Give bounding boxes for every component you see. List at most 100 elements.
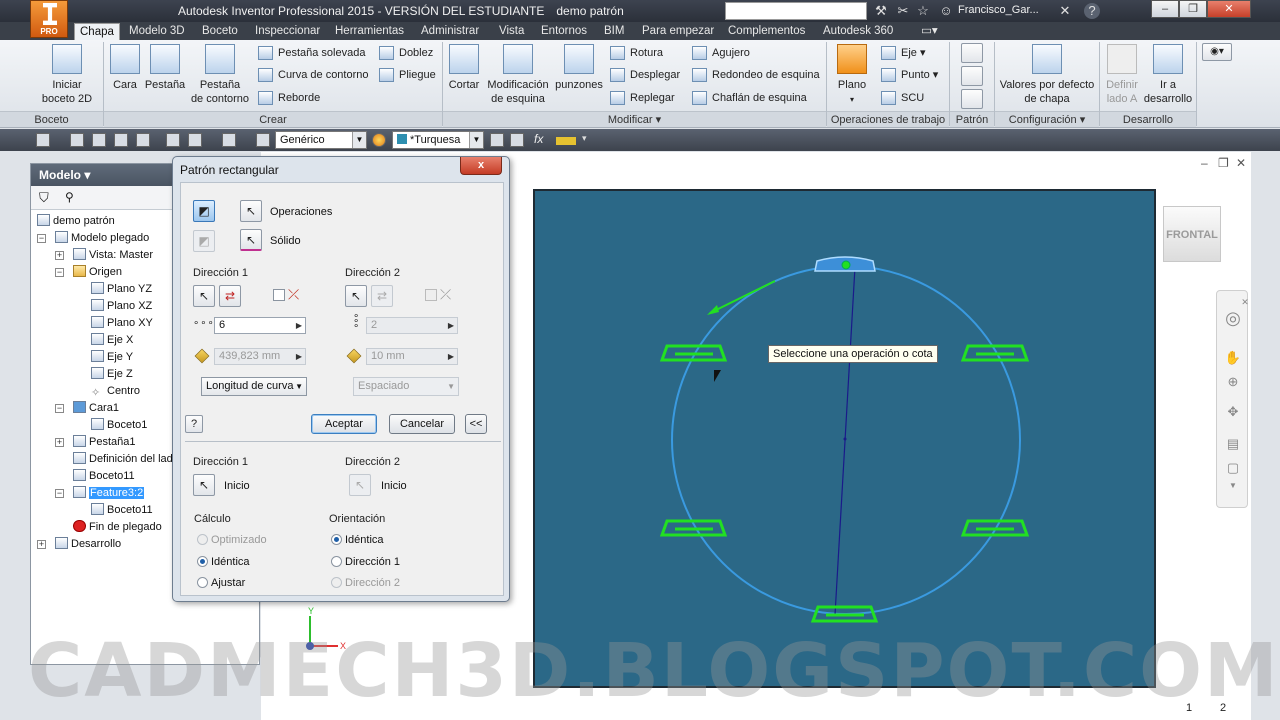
tree-item-flat-pattern[interactable]: Desarrollo — [55, 536, 121, 552]
minimize-button[interactable]: – — [1151, 0, 1179, 18]
lofted-flange-button[interactable]: Pestaña solevada — [258, 44, 365, 62]
tab-complementos[interactable]: Complementos — [723, 23, 810, 40]
define-a-side-button[interactable]: Definir lado A — [1103, 44, 1141, 106]
sheet-metal-part[interactable] — [533, 189, 1156, 688]
dir1-method-select[interactable]: Longitud de curva ▼ — [201, 377, 307, 396]
print-icon[interactable] — [188, 133, 202, 147]
star-icon[interactable]: ☆ — [915, 3, 931, 19]
subscription-icon[interactable]: ✂ — [895, 3, 911, 19]
corner-seam-button[interactable]: Modificación de esquina — [484, 44, 552, 106]
work-point-button[interactable]: Punto ▾ — [881, 66, 938, 84]
expand-toggle[interactable]: − — [37, 234, 46, 243]
start-dir2-button[interactable]: ↖ — [349, 474, 371, 496]
dir2-midplane-checkbox[interactable] — [425, 289, 437, 301]
zoom-icon[interactable]: ⊕ — [1224, 373, 1242, 391]
new-file-icon[interactable] — [36, 133, 50, 147]
tab-administrar[interactable]: Administrar — [416, 23, 484, 40]
start-2d-sketch-button[interactable]: Iniciar boceto 2D — [38, 44, 96, 106]
tree-item-plane-xy[interactable]: Plano XY — [91, 315, 153, 331]
cut-button[interactable]: Cortar — [446, 44, 482, 92]
measure-icon[interactable] — [556, 137, 576, 145]
dir2-path-button[interactable]: ↖ — [345, 285, 367, 307]
tab-modelo-3d[interactable]: Modelo 3D — [124, 23, 190, 40]
pan-icon[interactable]: ✋ — [1224, 349, 1242, 367]
adjust-icon[interactable] — [510, 133, 524, 147]
tree-item-sketch11-child[interactable]: Boceto11 — [91, 502, 153, 518]
open-file-icon[interactable] — [70, 133, 84, 147]
orbit-icon[interactable]: ✥ — [1224, 403, 1242, 421]
chevron-down-icon[interactable]: ▼ — [1224, 477, 1242, 495]
bend-button[interactable]: Doblez — [379, 44, 433, 62]
tree-item-view[interactable]: Vista: Master — [73, 247, 153, 263]
dir1-midplane-checkbox[interactable] — [273, 289, 285, 301]
appearance-icon[interactable] — [372, 133, 386, 147]
tree-item-axis-z[interactable]: Eje Z — [91, 366, 133, 382]
ucs-button[interactable]: SCU — [881, 89, 924, 107]
tree-item-folded-model[interactable]: Modelo plegado — [55, 230, 149, 246]
dialog-close-button[interactable]: x — [460, 157, 502, 175]
feature-pattern-icon[interactable]: ◩ — [193, 200, 215, 222]
punch-tool-button[interactable]: punzones — [554, 44, 604, 92]
select-features-button[interactable]: ↖ — [240, 200, 262, 222]
tab-chapa[interactable]: Chapa — [74, 23, 120, 40]
corner-round-button[interactable]: Redondeo de esquina — [692, 66, 820, 84]
unfold-button[interactable]: Desplegar — [610, 66, 680, 84]
accept-button[interactable]: Aceptar — [311, 414, 377, 434]
doc-minimize-icon[interactable]: – — [1201, 156, 1208, 170]
work-plane-button[interactable]: Plano ▾ — [833, 44, 871, 107]
expand-toggle[interactable]: − — [55, 489, 64, 498]
tab-bim[interactable]: BIM — [599, 23, 629, 40]
dir1-flip-button[interactable]: ⇄ — [219, 285, 241, 307]
tree-item-flange1[interactable]: Pestaña1 — [73, 434, 135, 450]
tab-autodesk-360[interactable]: Autodesk 360 — [818, 23, 898, 40]
compute-optimized-radio[interactable] — [197, 534, 208, 545]
close-icon[interactable]: ✕ — [1241, 293, 1249, 311]
circular-pattern-icon[interactable] — [961, 66, 983, 86]
color-select[interactable]: *Turquesa ▼ — [392, 131, 484, 149]
flange-button[interactable]: Pestaña — [143, 44, 187, 92]
exchange-icon[interactable]: ✕ — [1057, 3, 1073, 19]
rip-button[interactable]: Rotura — [610, 44, 663, 62]
user-name[interactable]: Francisco_Gar... — [958, 4, 1039, 16]
binoculars-icon[interactable]: ⚒ — [873, 3, 889, 19]
tree-item-plane-xz[interactable]: Plano XZ — [91, 298, 152, 314]
select-solid-button[interactable]: ↖ — [240, 229, 262, 251]
tab-inspeccionar[interactable]: Inspeccionar — [250, 23, 325, 40]
tree-item-origin[interactable]: Origen — [73, 264, 122, 280]
parameters-icon[interactable]: fx — [534, 132, 543, 146]
filter-icon[interactable]: ⛉ — [39, 190, 49, 206]
expand-toggle[interactable]: + — [55, 251, 64, 260]
hole-button[interactable]: Agujero — [692, 44, 750, 62]
undo-icon[interactable] — [114, 133, 128, 147]
user-icon[interactable]: ☺ — [938, 3, 954, 19]
tree-item-a-side[interactable]: Definición del lado — [73, 451, 179, 467]
body-pattern-icon[interactable]: ◩ — [193, 230, 215, 252]
clear-override-icon[interactable] — [490, 133, 504, 147]
tree-item-axis-y[interactable]: Eje Y — [91, 349, 133, 365]
tab-vista[interactable]: Vista — [494, 23, 529, 40]
tab-para-empezar[interactable]: Para empezar — [637, 23, 719, 40]
orientation-dir2-radio[interactable] — [331, 577, 342, 588]
sheet-metal-defaults-button[interactable]: Valores por defecto de chapa — [997, 44, 1097, 106]
go-to-flat-pattern-button[interactable]: Ir a desarrollo — [1143, 44, 1193, 106]
app-menu-button[interactable]: PRO — [30, 0, 68, 38]
tree-item-axis-x[interactable]: Eje X — [91, 332, 133, 348]
dir2-flip-button[interactable]: ⇄ — [371, 285, 393, 307]
dir1-path-button[interactable]: ↖ — [193, 285, 215, 307]
help-search-input[interactable] — [725, 2, 867, 20]
viewcube[interactable]: FRONTAL — [1163, 206, 1221, 262]
material-select[interactable]: Genérico ▼ — [275, 131, 367, 149]
rectangular-pattern-icon[interactable] — [961, 43, 983, 63]
select-icon[interactable] — [222, 133, 236, 147]
corner-chamfer-button[interactable]: Chaflán de esquina — [692, 89, 807, 107]
save-icon[interactable] — [92, 133, 106, 147]
view-icon[interactable]: ▢ — [1224, 459, 1242, 477]
tree-item-plane-yz[interactable]: Plano YZ — [91, 281, 152, 297]
doc-restore-icon[interactable]: ❐ — [1218, 156, 1229, 170]
cancel-button[interactable]: Cancelar — [389, 414, 455, 434]
expand-toggle[interactable]: + — [37, 540, 46, 549]
dir2-method-select[interactable]: Espaciado ▼ — [353, 377, 459, 396]
update-icon[interactable] — [256, 133, 270, 147]
tree-item-end-of-folded[interactable]: Fin de plegado — [73, 519, 162, 535]
start-dir1-button[interactable]: ↖ — [193, 474, 215, 496]
